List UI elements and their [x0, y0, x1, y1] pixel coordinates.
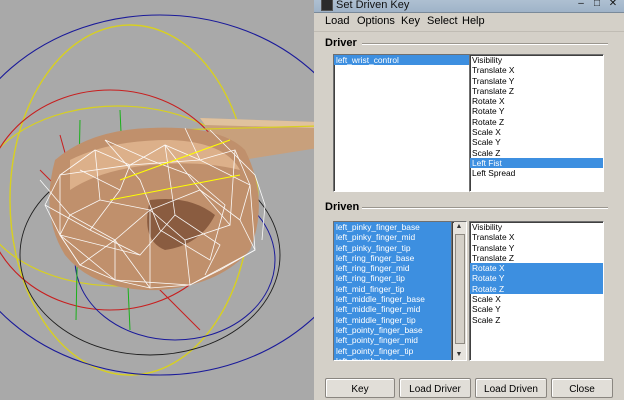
viewport-3d[interactable] — [0, 0, 318, 400]
driven-attribute-item[interactable]: Rotate Z — [470, 283, 603, 295]
driven-attribute-item[interactable]: Translate Z — [470, 253, 603, 263]
hand-rig-render — [0, 14, 318, 376]
menu-key[interactable]: Key — [399, 15, 422, 27]
driven-attribute-item[interactable]: Scale Z — [470, 315, 603, 325]
driven-object-item[interactable]: left_pointy_finger_base — [334, 324, 452, 336]
driver-attribute-item[interactable]: Translate X — [470, 65, 603, 75]
driven-object-item[interactable]: left_pinky_finger_base — [334, 222, 452, 233]
driver-attribute-item[interactable]: Translate Z — [470, 86, 603, 96]
driven-section-label: Driven — [325, 201, 360, 213]
driver-attribute-item[interactable]: Left Spread — [470, 168, 603, 178]
driven-attribute-item[interactable]: Visibility — [470, 222, 603, 232]
driver-attribute-item[interactable]: Scale X — [470, 127, 603, 137]
scroll-up-icon[interactable]: ▲ — [454, 222, 464, 232]
driver-section-label: Driver — [325, 37, 357, 49]
driven-object-item[interactable]: left_pinky_finger_mid — [334, 232, 452, 243]
maya-app-icon — [321, 0, 333, 11]
driven-object-item[interactable]: left_pinky_finger_tip — [334, 242, 452, 253]
minimize-icon[interactable]: – — [576, 0, 586, 9]
scroll-down-icon[interactable]: ▼ — [454, 350, 464, 360]
driver-object-list[interactable]: left_wrist_control — [333, 54, 470, 192]
driver-attribute-item[interactable]: Scale Y — [470, 137, 603, 147]
load-driven-button[interactable]: Load Driven — [475, 378, 547, 398]
set-driven-key-window: Set Driven Key – □ ✕ Load Options Key Se… — [314, 0, 624, 400]
driven-object-list[interactable]: left_pinky_finger_base left_pinky_finger_… — [333, 221, 453, 361]
driven-object-item[interactable]: left_thumb_base — [334, 355, 452, 360]
driver-divider — [362, 43, 608, 45]
driver-attribute-list[interactable]: Visibility Translate X Translate Y Translat… — [469, 54, 604, 192]
driven-attribute-item[interactable]: Translate Y — [470, 243, 603, 253]
driver-attribute-item[interactable]: Visibility — [470, 55, 603, 65]
load-driver-button[interactable]: Load Driver — [399, 378, 471, 398]
driver-object-item[interactable]: left_wrist_control — [334, 55, 469, 66]
window-title: Set Driven Key — [336, 0, 410, 11]
driven-divider — [362, 207, 608, 209]
driver-attribute-item[interactable]: Translate Y — [470, 76, 603, 86]
driven-object-item[interactable]: left_middle_finger_mid — [334, 304, 452, 315]
driver-attribute-item[interactable]: Rotate X — [470, 96, 603, 106]
key-button[interactable]: Key — [325, 378, 395, 398]
menu-select[interactable]: Select — [425, 15, 460, 27]
driven-attribute-list[interactable]: Visibility Translate X Translate Y Translat… — [469, 221, 604, 361]
menu-bar: Load Options Key Select Help — [314, 13, 624, 32]
driven-object-item[interactable]: left_middle_finger_tip — [334, 314, 452, 325]
driver-attribute-item[interactable]: Rotate Y — [470, 106, 603, 116]
close-button[interactable]: Close — [551, 378, 613, 398]
driven-object-item[interactable]: left_ring_finger_base — [334, 252, 452, 264]
driver-attribute-item[interactable]: Rotate Z — [470, 117, 603, 127]
driven-object-item[interactable]: left_ring_finger_mid — [334, 263, 452, 274]
driven-object-item[interactable]: left_pointy_finger_mid — [334, 335, 452, 346]
driven-attribute-item[interactable]: Scale X — [470, 294, 603, 304]
driver-attribute-item[interactable]: Left Fist — [470, 157, 603, 169]
driven-object-item[interactable]: left_middle_finger_base — [334, 294, 452, 305]
window-titlebar[interactable]: Set Driven Key – □ ✕ — [314, 0, 624, 13]
menu-load[interactable]: Load — [323, 15, 351, 27]
driven-attribute-item[interactable]: Rotate Y — [470, 273, 603, 284]
driver-attribute-item[interactable]: Scale Z — [470, 148, 603, 158]
menu-options[interactable]: Options — [355, 15, 397, 27]
maximize-icon[interactable]: □ — [592, 0, 602, 9]
driven-attribute-item[interactable]: Scale Y — [470, 304, 603, 314]
menu-help[interactable]: Help — [460, 15, 487, 27]
driven-attribute-item[interactable]: Translate X — [470, 232, 603, 242]
driven-object-item[interactable]: left_mid_finger_tip — [334, 283, 452, 295]
driven-object-item[interactable]: left_ring_finger_tip — [334, 273, 452, 284]
driven-attribute-item[interactable]: Rotate X — [470, 263, 603, 274]
driven-object-scrollbar[interactable]: ▲ ▼ — [451, 221, 467, 361]
driven-object-item[interactable]: left_pointy_finger_tip — [334, 345, 452, 356]
scroll-thumb[interactable] — [455, 234, 465, 344]
close-icon[interactable]: ✕ — [608, 0, 618, 9]
